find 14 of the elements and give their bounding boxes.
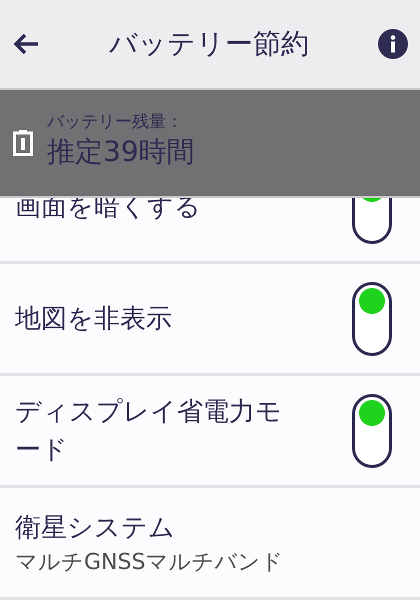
setting-label: ディスプレイ省電力モード: [15, 396, 283, 466]
setting-label: 衛星システム: [15, 512, 176, 544]
toggle-switch[interactable]: [352, 282, 392, 356]
battery-icon: [13, 130, 33, 156]
setting-label: 地図を非表示: [15, 302, 173, 336]
setting-row[interactable]: 衛星システム マルチGNSSマルチバンド: [0, 488, 420, 600]
setting-row[interactable]: ディスプレイ省電力モード: [0, 376, 420, 488]
setting-value: マルチGNSSマルチバンド: [15, 548, 284, 576]
back-icon[interactable]: [12, 32, 40, 56]
battery-label: バッテリー残量：: [47, 110, 184, 132]
setting-row[interactable]: 地図を非表示: [0, 264, 420, 376]
screen-title: バッテリー節約: [108, 26, 310, 62]
toggle-switch[interactable]: [352, 394, 392, 468]
info-icon[interactable]: [378, 29, 408, 59]
